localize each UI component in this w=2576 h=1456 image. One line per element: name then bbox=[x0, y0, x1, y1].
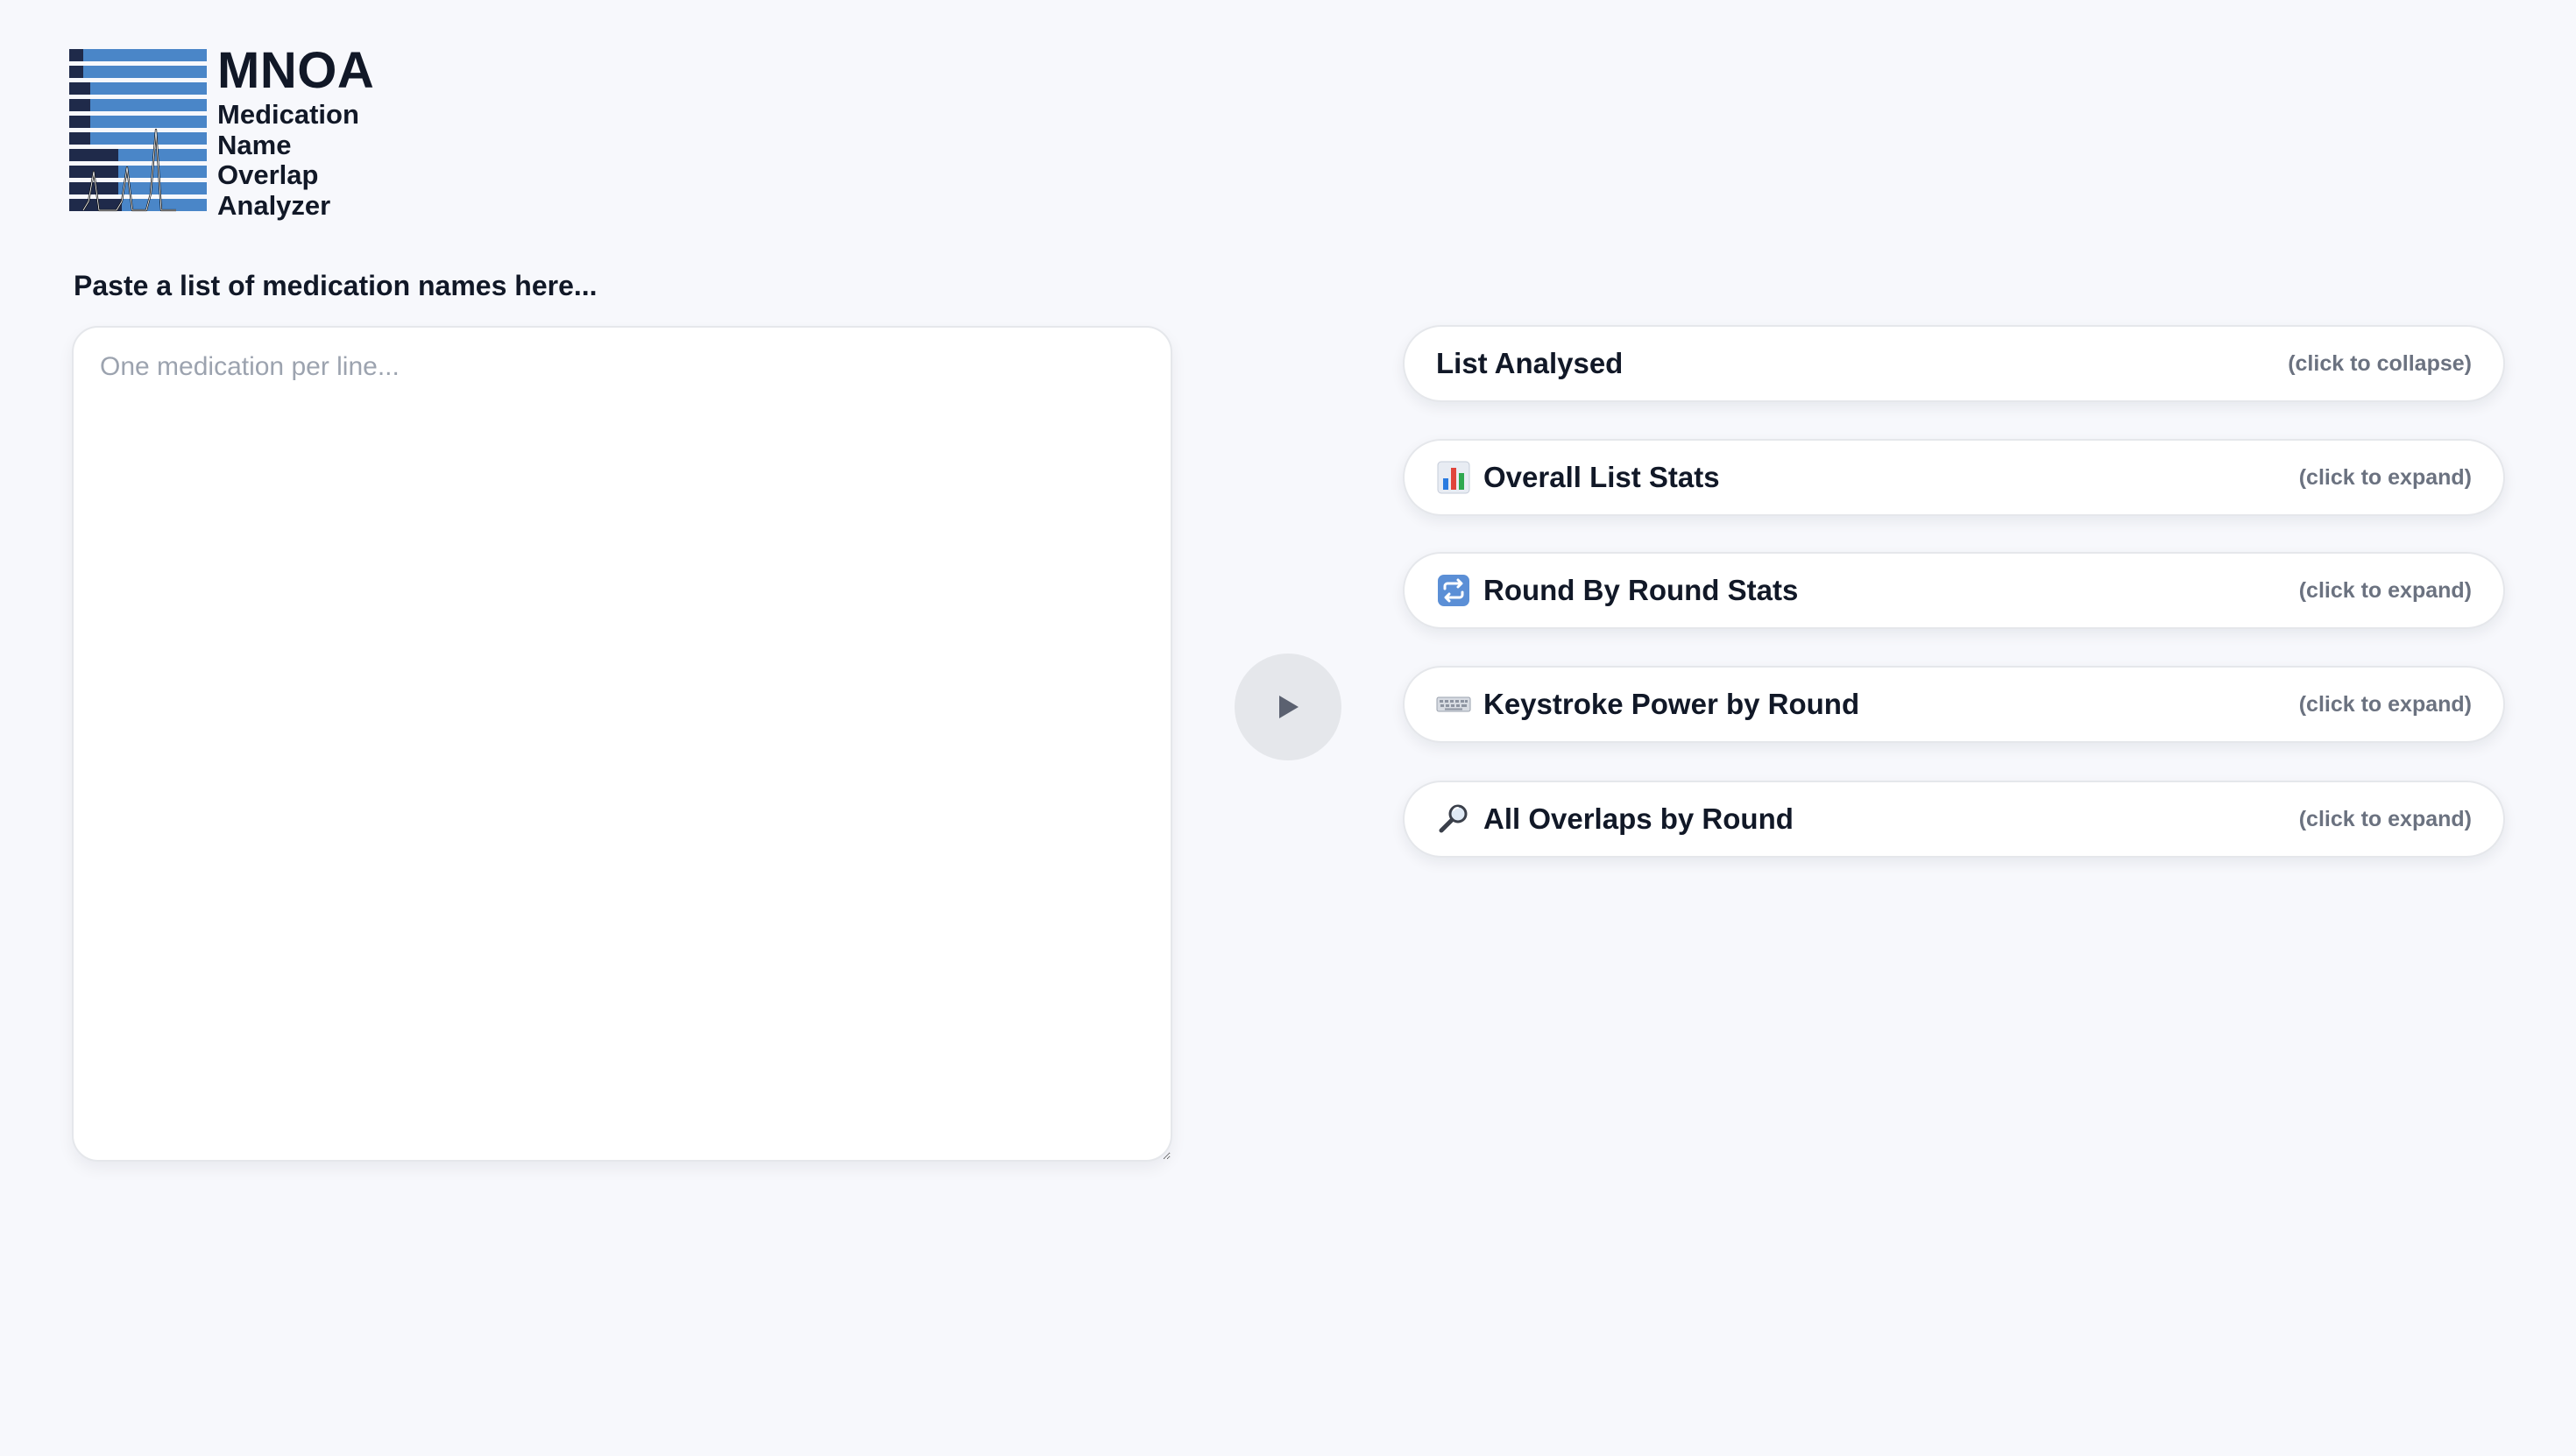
logo-bars-icon bbox=[69, 49, 207, 212]
logo-title: MNOA bbox=[217, 42, 375, 99]
medication-list-input[interactable] bbox=[72, 326, 1172, 1162]
logo-line-analyzer: Analyzer bbox=[217, 189, 331, 221]
panel-hint: (click to collapse) bbox=[2288, 350, 2472, 376]
panel-all-overlaps-by-round[interactable]: All Overlaps by Round (click to expand) bbox=[1403, 781, 2505, 858]
play-icon bbox=[1279, 696, 1299, 718]
app-root: MNOA Medication Name Overlap Analyzer Pa… bbox=[0, 0, 2576, 1456]
logo-line-name: Name bbox=[217, 129, 292, 160]
logo-line-overlap: Overlap bbox=[217, 159, 319, 190]
panel-hint: (click to expand) bbox=[2298, 806, 2472, 831]
repeat-icon bbox=[1436, 573, 1471, 608]
logo-line-medication: Medication bbox=[217, 99, 359, 130]
panel-round-by-round-stats[interactable]: Round By Round Stats (click to expand) bbox=[1403, 552, 2505, 629]
panel-title: Keystroke Power by Round bbox=[1483, 688, 1860, 720]
logo-text: MNOA Medication Name Overlap Analyzer bbox=[217, 42, 374, 221]
magnifier-icon bbox=[1436, 802, 1471, 837]
bar-chart-icon bbox=[1436, 460, 1471, 495]
panel-keystroke-power-by-round[interactable]: Keystroke Power by Round (click to expan… bbox=[1403, 666, 2505, 743]
app-logo: MNOA Medication Name Overlap Analyzer bbox=[69, 42, 374, 221]
panel-title: List Analysed bbox=[1436, 347, 1624, 379]
panel-hint: (click to expand) bbox=[2298, 577, 2472, 603]
panel-hint: (click to expand) bbox=[2298, 464, 2472, 490]
input-label: Paste a list of medication names here... bbox=[74, 270, 598, 301]
keyboard-icon bbox=[1436, 687, 1471, 722]
panel-title: All Overlaps by Round bbox=[1483, 802, 1794, 835]
panel-hint: (click to expand) bbox=[2298, 691, 2472, 717]
panel-title: Overall List Stats bbox=[1483, 461, 1720, 493]
panel-title: Round By Round Stats bbox=[1483, 574, 1799, 606]
panel-list-analysed[interactable]: List Analysed (click to collapse) bbox=[1403, 325, 2505, 402]
run-analysis-button[interactable] bbox=[1235, 654, 1341, 760]
panel-overall-list-stats[interactable]: Overall List Stats (click to expand) bbox=[1403, 439, 2505, 516]
